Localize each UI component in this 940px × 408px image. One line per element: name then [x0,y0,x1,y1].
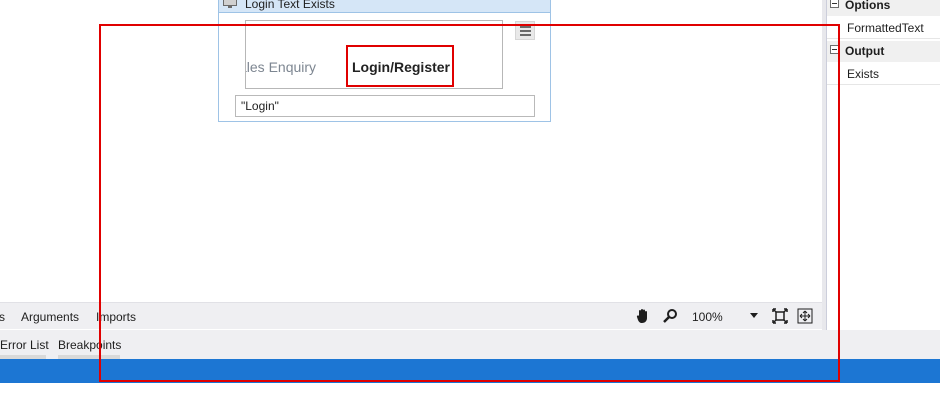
status-bar [0,359,940,383]
tab-imports[interactable]: Imports [96,310,136,324]
tab-variables-partial[interactable]: s [0,310,5,324]
activity-header[interactable]: Login Text Exists [219,0,550,13]
activity-menu-button[interactable] [515,21,535,40]
tab-breakpoints[interactable]: Breakpoints [58,338,121,352]
bottom-panel-tabs: Error List Breakpoints [0,330,940,359]
property-formatted-text-label: FormattedText [847,21,924,35]
zoom-level[interactable]: 100% [692,310,723,324]
hamburger-icon-line [520,34,531,36]
property-formatted-text[interactable]: FormattedText [827,16,940,39]
preview-login-register-text: Login/Register [352,59,451,75]
property-exists-label: Exists [847,67,880,81]
chevron-down-icon[interactable] [750,313,758,318]
activity-card[interactable]: Login Text Exists ales Enquiry Login/Reg… [218,0,551,122]
element-preview-image: ales Enquiry Login/Register [245,20,503,89]
collapse-icon[interactable] [830,0,839,8]
tab-arguments[interactable]: Arguments [21,310,79,324]
text-expression-input[interactable]: "Login" [235,95,535,117]
search-zoom-icon[interactable] [662,308,678,324]
fit-to-screen-icon[interactable] [772,308,788,324]
workflow-designer-canvas[interactable]: Login Text Exists ales Enquiry Login/Reg… [0,0,822,302]
overview-icon[interactable] [797,308,813,324]
designer-toolbar: s Arguments Imports 100% [0,302,822,329]
category-output-label: Output [845,44,885,58]
properties-panel: Options FormattedText Output Exists [827,0,940,330]
hamburger-icon [520,26,531,28]
activity-title: Login Text Exists [245,0,335,11]
category-output[interactable]: Output [827,41,940,62]
category-options-label: Options [845,0,891,12]
category-options[interactable]: Options [827,0,940,16]
property-exists[interactable]: Exists [827,62,940,85]
collapse-icon[interactable] [830,45,839,54]
preview-sales-enquiry-text: ales Enquiry [245,59,317,75]
hamburger-icon-line [520,30,531,32]
hand-pan-icon[interactable] [635,308,651,324]
monitor-icon [223,0,237,8]
tab-error-list[interactable]: Error List [0,338,49,352]
